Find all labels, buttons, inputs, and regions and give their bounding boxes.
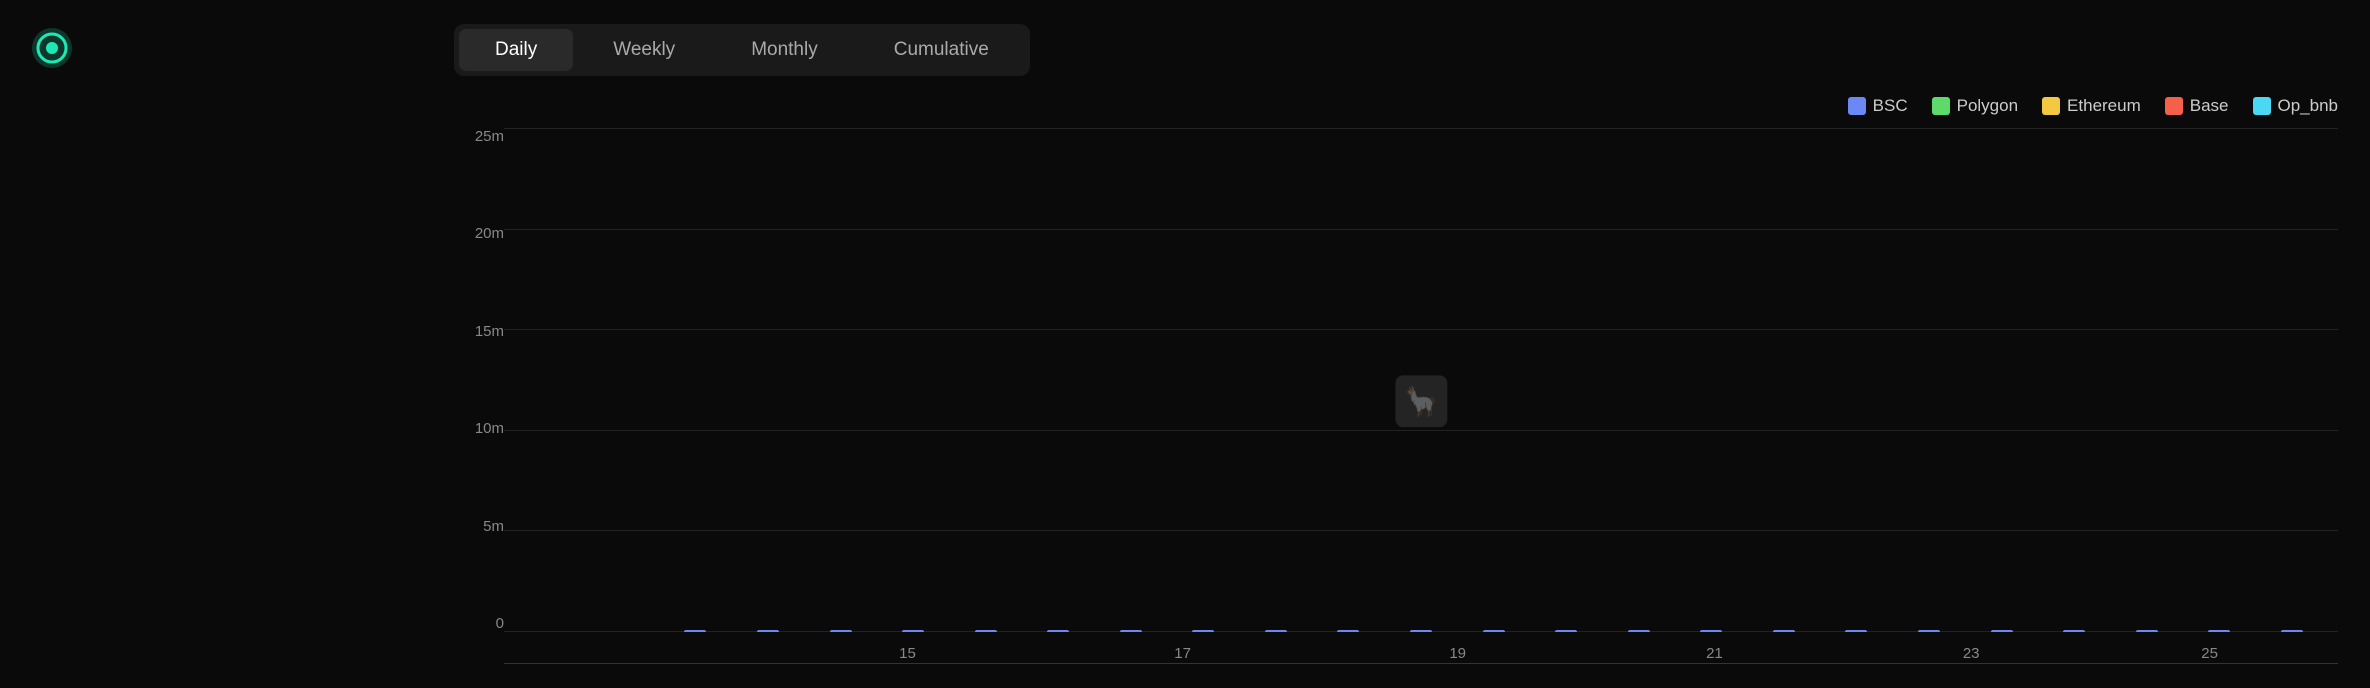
sidebar — [0, 0, 430, 688]
x-label-23: 23 — [1963, 645, 1980, 662]
legend-opbnb-label: Op_bnb — [2278, 96, 2339, 116]
tab-monthly[interactable]: Monthly — [715, 29, 854, 71]
tab-cumulative[interactable]: Cumulative — [858, 29, 1025, 71]
y-label-10m: 10m — [454, 420, 504, 437]
tab-bar: Daily Weekly Monthly Cumulative — [454, 24, 1030, 76]
x-label-21: 21 — [1706, 645, 1723, 662]
legend-polygon-label: Polygon — [1957, 96, 2018, 116]
y-label-20m: 20m — [454, 225, 504, 242]
y-axis: 25m 20m 15m 10m 5m 0 — [454, 128, 504, 664]
legend-opbnb: Op_bnb — [2253, 96, 2339, 116]
main-content: Daily Weekly Monthly Cumulative BSC Poly… — [430, 0, 2370, 688]
legend-row: BSC Polygon Ethereum Base Op_bnb — [454, 96, 2338, 116]
volume-24h-block — [32, 116, 398, 122]
x-axis: 15 17 19 21 23 25 — [504, 632, 2338, 664]
logo-row — [32, 28, 398, 68]
udex-logo-icon — [32, 28, 72, 68]
x-label-15: 15 — [899, 645, 916, 662]
legend-base: Base — [2165, 96, 2229, 116]
tab-daily[interactable]: Daily — [459, 29, 573, 71]
y-label-25m: 25m — [454, 128, 504, 145]
legend-ethereum-label: Ethereum — [2067, 96, 2141, 116]
legend-ethereum: Ethereum — [2042, 96, 2141, 116]
bars-area — [504, 128, 2338, 632]
x-label-19: 19 — [1449, 645, 1466, 662]
chart-inner: 🦙 151719212325 — [504, 128, 2338, 664]
y-label-0: 0 — [454, 615, 504, 632]
tab-weekly[interactable]: Weekly — [577, 29, 711, 71]
legend-polygon: Polygon — [1932, 96, 2018, 116]
legend-bsc: BSC — [1848, 96, 1908, 116]
legend-bsc-label: BSC — [1873, 96, 1908, 116]
chart-area: BSC Polygon Ethereum Base Op_bnb 25m — [454, 96, 2338, 664]
legend-polygon-dot — [1932, 97, 1950, 115]
legend-opbnb-dot — [2253, 97, 2271, 115]
legend-base-label: Base — [2190, 96, 2229, 116]
all-time-volume-block — [32, 158, 398, 164]
x-label-17: 17 — [1174, 645, 1191, 662]
x-label-25: 25 — [2201, 645, 2218, 662]
y-label-5m: 5m — [454, 518, 504, 535]
legend-base-dot — [2165, 97, 2183, 115]
legend-bsc-dot — [1848, 97, 1866, 115]
chart-wrapper: 25m 20m 15m 10m 5m 0 — [454, 128, 2338, 664]
legend-ethereum-dot — [2042, 97, 2060, 115]
y-label-15m: 15m — [454, 323, 504, 340]
